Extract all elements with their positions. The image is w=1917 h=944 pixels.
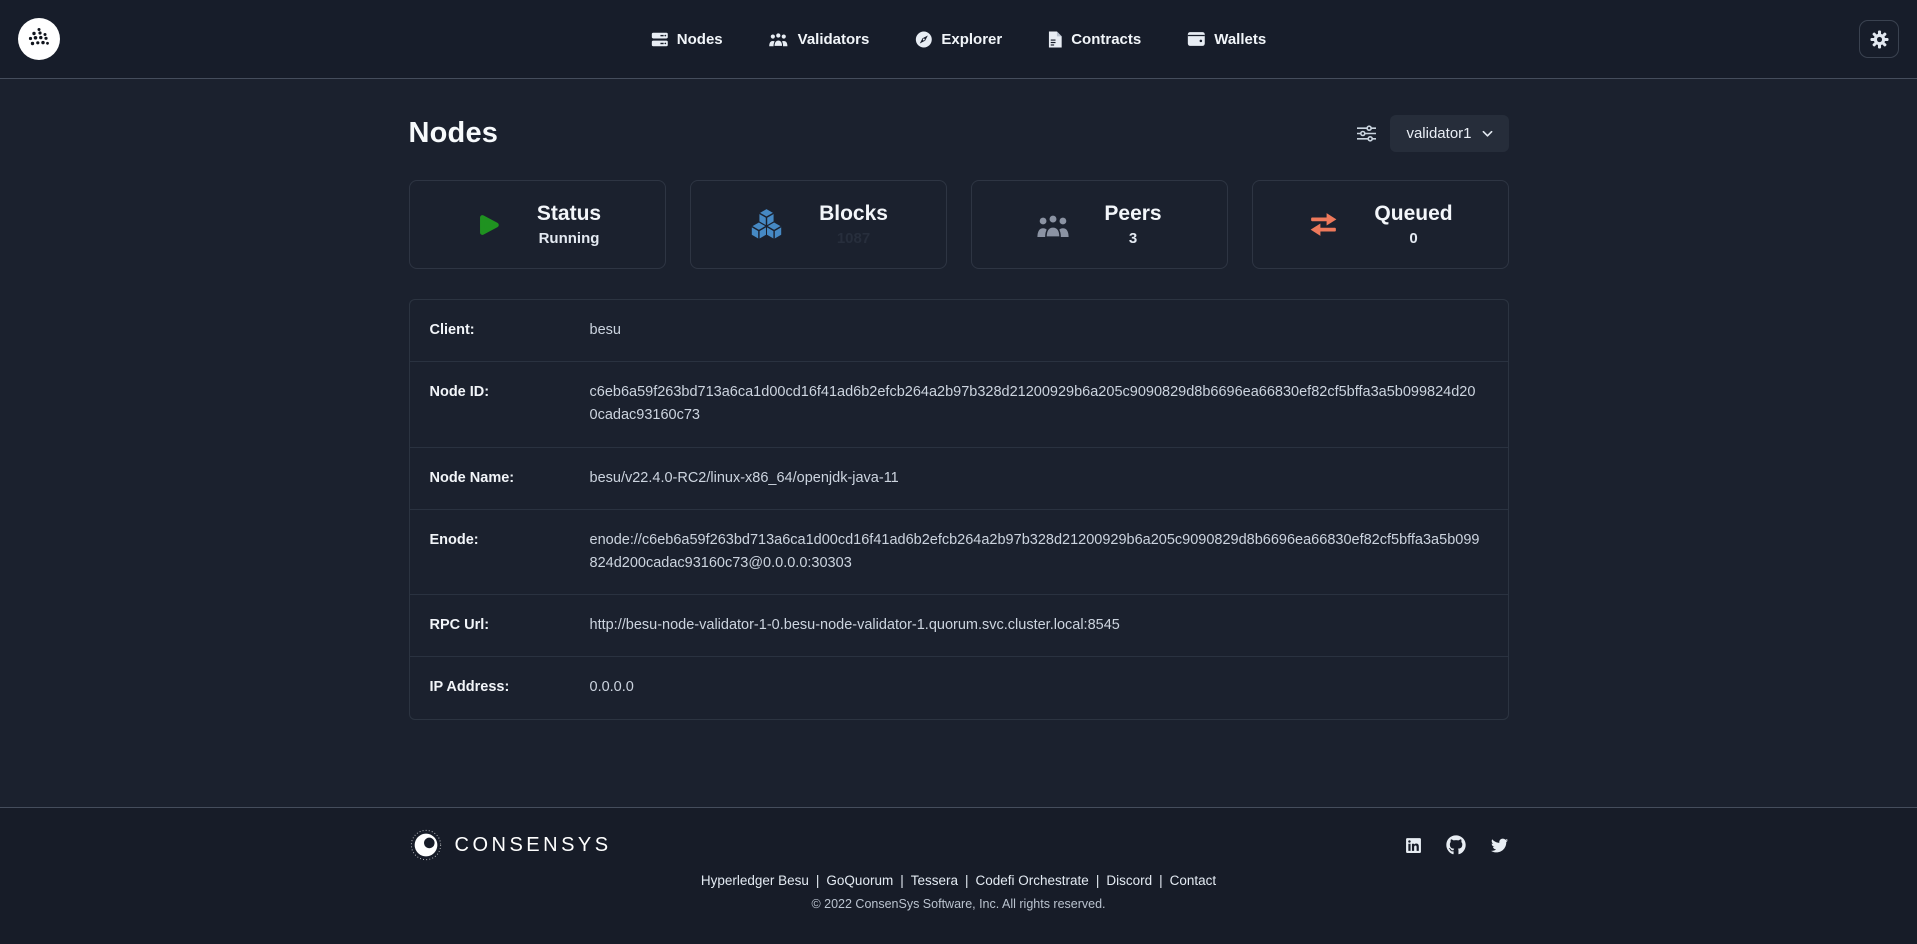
footer-link-hyperledger-besu[interactable]: Hyperledger Besu xyxy=(701,873,809,888)
node-details-table: Client: besu Node ID: c6eb6a59f263bd713a… xyxy=(409,299,1509,720)
node-selector: validator1 xyxy=(1357,115,1508,152)
peers-card: Peers 3 xyxy=(971,180,1228,269)
row-label: Client: xyxy=(410,319,590,342)
footer-separator: | xyxy=(900,873,904,888)
footer: CONSENSYS xyxy=(0,807,1917,944)
row-value: besu/v22.4.0-RC2/linux-x86_64/openjdk-ja… xyxy=(590,467,1508,490)
users-icon xyxy=(769,31,789,47)
cubes-icon xyxy=(748,208,785,241)
row-label: Enode: xyxy=(410,529,590,575)
twitter-icon xyxy=(1490,837,1509,854)
nav-item-nodes[interactable]: Nodes xyxy=(651,31,723,48)
compass-icon xyxy=(915,31,932,48)
nav-item-wallets[interactable]: Wallets xyxy=(1187,31,1266,48)
row-value: http://besu-node-validator-1-0.besu-node… xyxy=(590,614,1508,637)
footer-link-discord[interactable]: Discord xyxy=(1106,873,1152,888)
page-title: Nodes xyxy=(409,117,499,150)
stat-cards: Status Running Blo xyxy=(409,180,1509,269)
table-row-node-name: Node Name: besu/v22.4.0-RC2/linux-x86_64… xyxy=(410,448,1508,510)
quorum-dots-logo xyxy=(19,19,59,59)
row-label: IP Address: xyxy=(410,676,590,699)
table-row-node-id: Node ID: c6eb6a59f263bd713a6ca1d00cd16f4… xyxy=(410,362,1508,447)
table-row-enode: Enode: enode://c6eb6a59f263bd713a6ca1d00… xyxy=(410,510,1508,595)
blocks-card-title: Blocks xyxy=(819,202,888,226)
page-header: Nodes validator1 xyxy=(409,115,1509,152)
exchange-arrows-icon xyxy=(1307,211,1340,238)
row-label: Node ID: xyxy=(410,381,590,427)
queued-card: Queued 0 xyxy=(1252,180,1509,269)
row-value: c6eb6a59f263bd713a6ca1d00cd16f41ad6b2efc… xyxy=(590,381,1508,427)
chevron-down-icon xyxy=(1482,130,1493,138)
queued-card-value: 0 xyxy=(1409,230,1417,247)
social-links xyxy=(1405,835,1509,855)
linkedin-icon xyxy=(1405,837,1422,854)
footer-separator: | xyxy=(1096,873,1100,888)
twitter-link[interactable] xyxy=(1490,837,1509,854)
nav-item-explorer[interactable]: Explorer xyxy=(915,31,1002,48)
footer-link-contact[interactable]: Contact xyxy=(1170,873,1217,888)
gear-icon xyxy=(1870,30,1889,49)
sliders-icon[interactable] xyxy=(1357,125,1376,142)
nav-item-contracts[interactable]: Contracts xyxy=(1048,31,1141,48)
status-card: Status Running xyxy=(409,180,666,269)
navbar: Nodes Validators Explorer xyxy=(0,0,1917,79)
people-group-icon xyxy=(1036,212,1070,238)
status-card-title: Status xyxy=(537,202,601,226)
node-dropdown[interactable]: validator1 xyxy=(1390,115,1508,152)
blocks-card-value: 1087 xyxy=(837,230,870,247)
queued-card-title: Queued xyxy=(1374,202,1452,226)
copyright-text: © 2022 ConsenSys Software, Inc. All righ… xyxy=(409,897,1509,911)
nav-label-validators: Validators xyxy=(798,31,870,48)
row-value: 0.0.0.0 xyxy=(590,676,1508,699)
consensys-wordmark: CONSENSYS xyxy=(455,834,612,857)
nav-label-nodes: Nodes xyxy=(677,31,723,48)
play-icon xyxy=(473,210,503,240)
status-card-value: Running xyxy=(539,230,600,247)
nav-label-wallets: Wallets xyxy=(1214,31,1266,48)
row-value: besu xyxy=(590,319,1508,342)
footer-link-codefi-orchestrate[interactable]: Codefi Orchestrate xyxy=(976,873,1089,888)
app-logo[interactable] xyxy=(18,18,60,60)
footer-link-tessera[interactable]: Tessera xyxy=(911,873,958,888)
consensys-brand: CONSENSYS xyxy=(409,828,612,862)
peers-card-title: Peers xyxy=(1104,202,1161,226)
table-row-ip-address: IP Address: 0.0.0.0 xyxy=(410,657,1508,718)
nav-item-validators[interactable]: Validators xyxy=(769,31,870,48)
contract-icon xyxy=(1048,31,1062,48)
consensys-swirl-icon xyxy=(409,828,443,862)
github-link[interactable] xyxy=(1446,835,1466,855)
footer-links: Hyperledger Besu | GoQuorum | Tessera | Codefi… xyxy=(409,873,1509,888)
row-label: Node Name: xyxy=(410,467,590,490)
row-value: enode://c6eb6a59f263bd713a6ca1d00cd16f41… xyxy=(590,529,1508,575)
main-nav: Nodes Validators Explorer xyxy=(651,31,1266,48)
blocks-card: Blocks 1087 xyxy=(690,180,947,269)
github-icon xyxy=(1446,835,1466,855)
main-content: Nodes validator1 xyxy=(0,79,1917,807)
peers-card-value: 3 xyxy=(1129,230,1137,247)
server-icon xyxy=(651,31,668,48)
node-dropdown-value: validator1 xyxy=(1406,125,1471,142)
table-row-rpc-url: RPC Url: http://besu-node-validator-1-0.… xyxy=(410,595,1508,657)
nav-label-contracts: Contracts xyxy=(1071,31,1141,48)
footer-link-goquorum[interactable]: GoQuorum xyxy=(826,873,893,888)
footer-separator: | xyxy=(965,873,969,888)
table-row-client: Client: besu xyxy=(410,300,1508,362)
wallet-icon xyxy=(1187,31,1205,47)
footer-separator: | xyxy=(1159,873,1163,888)
linkedin-link[interactable] xyxy=(1405,837,1422,854)
footer-separator: | xyxy=(816,873,820,888)
row-label: RPC Url: xyxy=(410,614,590,637)
settings-button[interactable] xyxy=(1859,20,1899,58)
nav-label-explorer: Explorer xyxy=(941,31,1002,48)
